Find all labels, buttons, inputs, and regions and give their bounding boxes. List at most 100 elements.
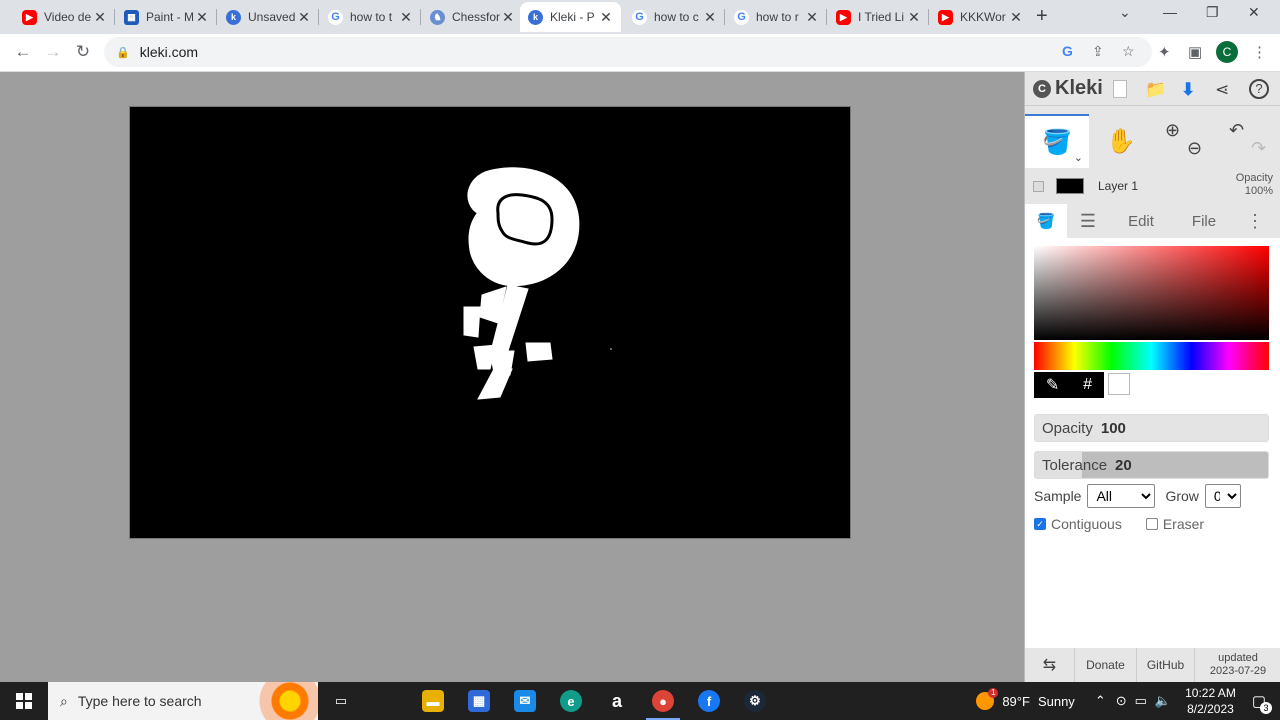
side-panel-icon[interactable]: ▣ [1188, 43, 1202, 61]
close-tab-icon[interactable]: ✕ [805, 9, 819, 26]
hue-slider[interactable] [1034, 342, 1269, 370]
close-tab-icon[interactable]: ✕ [1009, 9, 1023, 26]
close-tab-icon[interactable]: ✕ [93, 9, 107, 26]
chrome-icon[interactable]: ● [646, 690, 680, 720]
layer-visibility-checkbox[interactable] [1033, 180, 1044, 192]
zoom-out-icon[interactable]: ⊖ [1187, 138, 1202, 159]
browser-tab-active[interactable]: k Kleki - P ✕ [520, 2, 621, 32]
tab-file[interactable]: File [1173, 204, 1235, 238]
tab-search-icon[interactable]: ⌄ [1119, 4, 1131, 21]
file-explorer-icon[interactable]: ▬ [422, 690, 444, 712]
start-button[interactable] [0, 682, 48, 720]
browser-tab[interactable]: G how to t ✕ [320, 2, 421, 32]
drawing-canvas[interactable] [129, 106, 851, 539]
hand-tool[interactable]: ✋ [1089, 114, 1153, 168]
address-bar[interactable]: 🔒 kleki.com [104, 37, 1152, 67]
browser-tab[interactable]: k Unsaved ✕ [218, 2, 319, 32]
mail-icon[interactable]: ✉ [514, 690, 536, 712]
browser-tab[interactable]: G how to r ✕ [726, 2, 827, 32]
saturation-value-picker[interactable] [1034, 246, 1269, 340]
help-icon[interactable]: ? [1249, 79, 1269, 99]
close-tab-icon[interactable]: ✕ [399, 9, 413, 26]
microsoft-store-icon[interactable]: ▦ [468, 690, 490, 712]
task-view-icon[interactable]: ▭ [330, 690, 352, 712]
paint-bucket-tool[interactable]: 🪣 ⌄ [1025, 114, 1089, 168]
notification-icon[interactable]: ▢ 3 [1252, 692, 1272, 714]
current-color-swatch[interactable] [1108, 373, 1130, 395]
donate-link[interactable]: Donate [1075, 648, 1137, 682]
facebook-icon[interactable]: f [698, 690, 720, 712]
edge-icon[interactable]: e [560, 690, 582, 712]
forward-button[interactable]: → [43, 42, 63, 62]
browser-tab[interactable]: ▶ Video de ✕ [14, 2, 115, 32]
kleki-header: C Kleki 📁 ⬇ ⋖ ? [1025, 72, 1280, 106]
opacity-slider[interactable]: Opacity 100 [1034, 414, 1269, 442]
zoom-in-icon[interactable]: ⊕ [1165, 120, 1180, 141]
redo-icon[interactable]: ↷ [1251, 138, 1266, 159]
kleki-logo[interactable]: C Kleki [1033, 77, 1103, 100]
share-icon[interactable]: ⋖ [1215, 80, 1229, 100]
weather-text[interactable]: Sunny [1038, 694, 1075, 709]
github-link[interactable]: GitHub [1137, 648, 1195, 682]
tolerance-slider[interactable]: Tolerance 20 [1034, 451, 1269, 479]
share-icon[interactable]: ⇪ [1092, 43, 1104, 60]
clock[interactable]: 10:22 AM 8/2/2023 [1185, 685, 1236, 717]
browser-tab[interactable]: ♞ Chessfor ✕ [422, 2, 523, 32]
contiguous-checkbox[interactable]: ✓ [1034, 518, 1046, 530]
close-window-button[interactable]: ✕ [1248, 4, 1260, 21]
layer-row[interactable]: Layer 1 Opacity 100% [1025, 168, 1280, 204]
browser-tab[interactable]: ▶ I Tried Li ✕ [828, 2, 929, 32]
url-text[interactable]: kleki.com [140, 44, 198, 60]
sample-select[interactable]: All [1087, 484, 1156, 508]
close-tab-icon[interactable]: ✕ [195, 9, 209, 26]
profile-avatar[interactable]: C [1216, 41, 1238, 63]
close-tab-icon[interactable]: ✕ [297, 9, 311, 26]
undo-icon[interactable]: ↶ [1229, 120, 1244, 141]
eyedropper-icon[interactable]: ✎ [1046, 375, 1059, 395]
eraser-checkbox[interactable] [1145, 518, 1158, 530]
amazon-icon[interactable]: a [606, 690, 628, 712]
bookmark-star-icon[interactable]: ☆ [1122, 43, 1135, 60]
minimize-button[interactable]: — [1163, 4, 1177, 20]
browser-tab[interactable]: G how to c ✕ [624, 2, 725, 32]
reload-button[interactable]: ↻ [73, 42, 93, 62]
steam-icon[interactable]: ⚙ [744, 690, 766, 712]
close-tab-icon[interactable]: ✕ [501, 9, 515, 26]
new-tab-button[interactable]: + [1036, 5, 1048, 28]
canvas-workspace[interactable] [0, 72, 1024, 682]
browser-tab[interactable]: ▶ KKKWor ✕ [930, 2, 1031, 32]
google-lens-icon[interactable]: G [1062, 43, 1073, 59]
tab-layers[interactable]: ☰ [1067, 204, 1109, 238]
new-image-icon[interactable] [1113, 80, 1127, 98]
download-icon[interactable]: ⬇ [1181, 80, 1195, 100]
chrome-menu-icon[interactable]: ⋮ [1252, 43, 1267, 61]
open-folder-icon[interactable]: 📁 [1145, 80, 1166, 100]
browser-tab[interactable]: ▦ Paint - M ✕ [116, 2, 217, 32]
google-icon: G [632, 9, 647, 25]
grow-select[interactable]: 0 [1204, 484, 1241, 508]
close-tab-icon[interactable]: ✕ [599, 9, 613, 26]
weather-temp[interactable]: 89°F [1002, 694, 1030, 709]
volume-icon[interactable]: 🔈 [1155, 693, 1171, 709]
meet-icon[interactable]: ⊙ [1116, 693, 1127, 709]
chevron-up-icon[interactable]: ⌃ [1095, 693, 1106, 709]
contiguous-label[interactable]: Contiguous [1051, 516, 1122, 532]
weather-icon[interactable]: 1 [976, 688, 999, 710]
tab-brush[interactable]: 🪣 [1025, 204, 1067, 238]
tab-edit[interactable]: Edit [1109, 204, 1173, 238]
eraser-label[interactable]: Eraser [1163, 516, 1204, 532]
more-menu-icon[interactable]: ⋮ [1235, 204, 1275, 238]
back-button[interactable]: ← [13, 42, 33, 62]
network-icon[interactable]: ▭ [1135, 693, 1147, 709]
taskbar-search[interactable]: ⌕ Type here to search [48, 682, 318, 720]
swap-side-icon[interactable]: ⇆ [1025, 648, 1075, 682]
close-tab-icon[interactable]: ✕ [703, 9, 717, 26]
chevron-down-icon[interactable]: ⌄ [1074, 151, 1083, 164]
close-tab-icon[interactable]: ✕ [907, 9, 921, 26]
hex-input-button[interactable]: # [1083, 376, 1092, 394]
extensions-icon[interactable]: ✦ [1158, 43, 1171, 61]
lock-icon[interactable]: 🔒 [116, 46, 130, 59]
restore-button[interactable]: ❐ [1206, 4, 1219, 21]
tab-title: how to c [654, 10, 699, 24]
search-placeholder: Type here to search [77, 693, 202, 709]
